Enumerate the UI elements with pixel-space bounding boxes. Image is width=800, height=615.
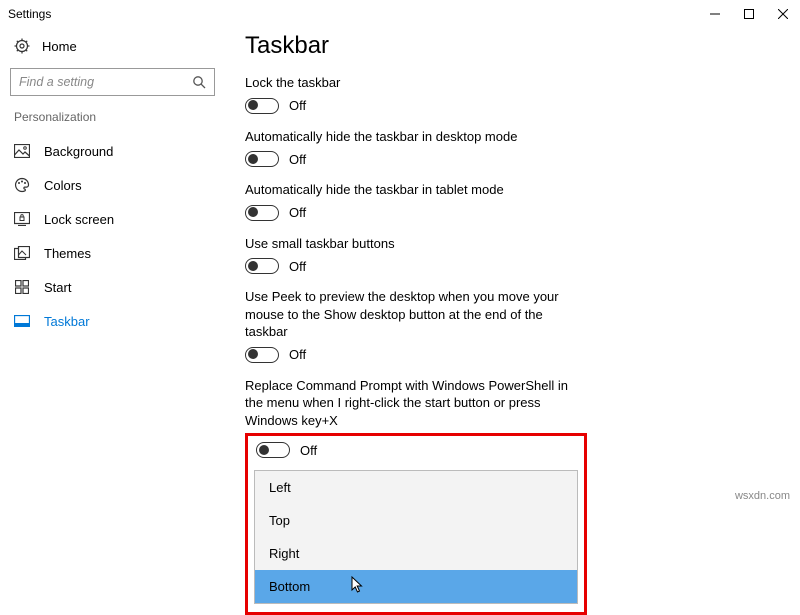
search-input[interactable] xyxy=(10,68,215,96)
category-label: Personalization xyxy=(0,108,225,134)
setting-label: Automatically hide the taskbar in deskto… xyxy=(245,128,575,146)
toggle-state: Off xyxy=(289,152,306,167)
home-label: Home xyxy=(42,39,77,54)
toggle-switch[interactable] xyxy=(245,258,279,274)
picture-icon xyxy=(14,143,30,159)
toggle-state: Off xyxy=(289,205,306,220)
toggle-switch[interactable] xyxy=(245,151,279,167)
main-panel: Taskbar Lock the taskbar Off Automatical… xyxy=(225,28,800,508)
home-button[interactable]: Home xyxy=(0,32,225,68)
search-icon xyxy=(192,75,206,89)
sidebar: Home Personalization Background Colors xyxy=(0,28,225,508)
setting-autohide-tablet: Automatically hide the taskbar in tablet… xyxy=(245,181,780,221)
dropdown-option-left[interactable]: Left xyxy=(255,471,577,504)
toggle-state: Off xyxy=(289,259,306,274)
setting-label: Use small taskbar buttons xyxy=(245,235,575,253)
setting-label: Use Peek to preview the desktop when you… xyxy=(245,288,575,341)
lock-screen-icon xyxy=(14,211,30,227)
sidebar-item-colors[interactable]: Colors xyxy=(0,168,225,202)
sidebar-item-lock-screen[interactable]: Lock screen xyxy=(0,202,225,236)
setting-peek: Use Peek to preview the desktop when you… xyxy=(245,288,780,363)
toggle-switch[interactable] xyxy=(245,98,279,114)
toggle-state: Off xyxy=(289,347,306,362)
setting-autohide-desktop: Automatically hide the taskbar in deskto… xyxy=(245,128,780,168)
window-title: Settings xyxy=(8,7,51,21)
palette-icon xyxy=(14,177,30,193)
toggle-state: Off xyxy=(300,443,317,458)
sidebar-item-taskbar[interactable]: Taskbar xyxy=(0,304,225,338)
setting-label: Replace Command Prompt with Windows Powe… xyxy=(245,377,575,430)
setting-label: Lock the taskbar xyxy=(245,74,575,92)
start-icon xyxy=(14,279,30,295)
sidebar-item-label: Colors xyxy=(44,178,82,193)
sidebar-item-themes[interactable]: Themes xyxy=(0,236,225,270)
themes-icon xyxy=(14,245,30,261)
highlight-box: Off Left Top Right Bottom xyxy=(245,433,587,615)
close-button[interactable] xyxy=(766,0,800,28)
maximize-button[interactable] xyxy=(732,0,766,28)
page-title: Taskbar xyxy=(245,32,780,60)
gear-icon xyxy=(14,38,30,54)
dropdown-option-right[interactable]: Right xyxy=(255,537,577,570)
sidebar-item-start[interactable]: Start xyxy=(0,270,225,304)
minimize-button[interactable] xyxy=(698,0,732,28)
setting-lock-taskbar: Lock the taskbar Off xyxy=(245,74,780,114)
watermark: wsxdn.com xyxy=(735,490,790,502)
search-field[interactable] xyxy=(19,75,192,89)
dropdown-option-top[interactable]: Top xyxy=(255,504,577,537)
sidebar-item-label: Start xyxy=(44,280,71,295)
toggle-switch[interactable] xyxy=(256,442,290,458)
toggle-switch[interactable] xyxy=(245,347,279,363)
toggle-state: Off xyxy=(289,98,306,113)
sidebar-item-label: Themes xyxy=(44,246,91,261)
sidebar-item-label: Taskbar xyxy=(44,314,90,329)
dropdown-option-bottom[interactable]: Bottom xyxy=(255,570,577,603)
sidebar-item-background[interactable]: Background xyxy=(0,134,225,168)
option-label: Bottom xyxy=(269,579,310,594)
sidebar-item-label: Background xyxy=(44,144,113,159)
sidebar-item-label: Lock screen xyxy=(44,212,114,227)
setting-small-buttons: Use small taskbar buttons Off xyxy=(245,235,780,275)
toggle-switch[interactable] xyxy=(245,205,279,221)
taskbar-location-dropdown[interactable]: Left Top Right Bottom xyxy=(254,470,578,604)
setting-powershell: Replace Command Prompt with Windows Powe… xyxy=(245,377,780,430)
window-controls xyxy=(698,0,800,28)
cursor-icon xyxy=(351,576,365,594)
taskbar-icon xyxy=(14,313,30,329)
setting-label: Automatically hide the taskbar in tablet… xyxy=(245,181,575,199)
